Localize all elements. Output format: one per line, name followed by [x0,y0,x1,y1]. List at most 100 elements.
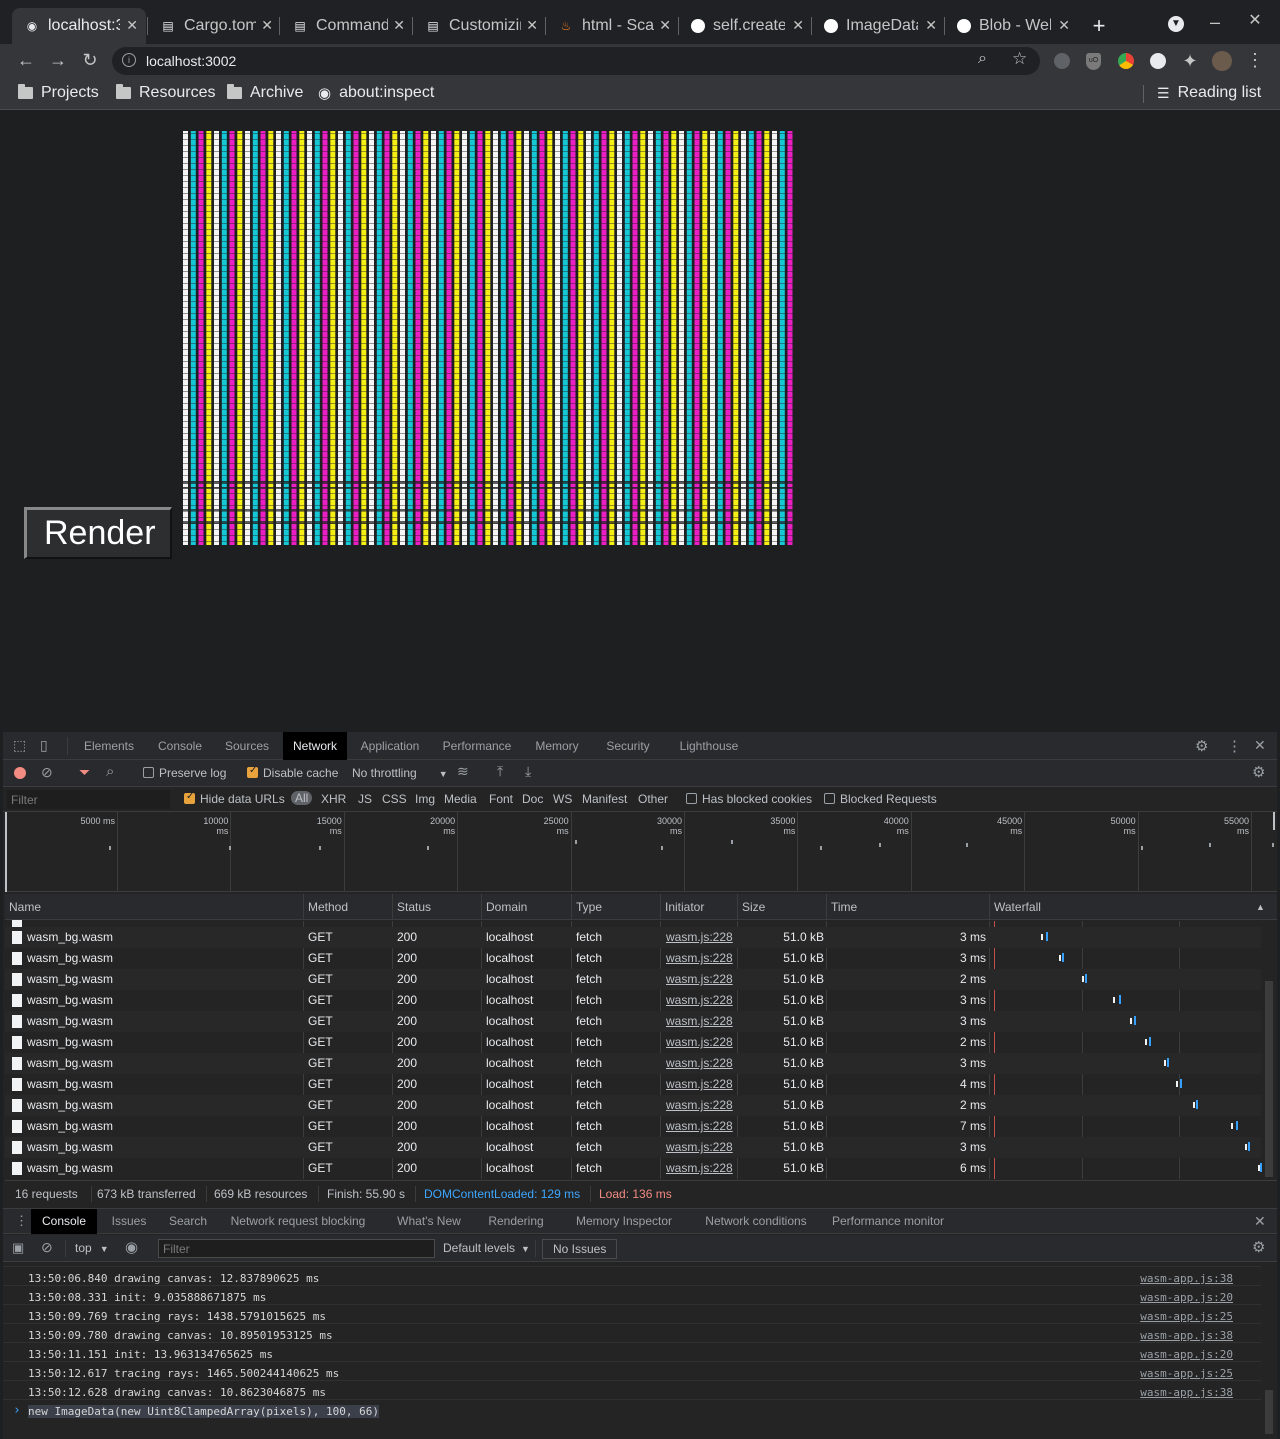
device-toolbar-icon[interactable]: ▯ [40,737,48,754]
tab-lighthouse[interactable]: Lighthouse [669,732,749,760]
request-initiator-link[interactable]: wasm.js:228 [666,930,733,944]
bookmark-archive[interactable]: Archive [227,84,303,102]
request-initiator-link[interactable]: wasm.js:228 [666,972,733,986]
browser-tab[interactable]: self.createImageBitmap ✕ [679,8,812,44]
table-row[interactable]: wasm_bg.wasm GET 200 localhost fetch wasm.js:… [5,1053,1261,1074]
issues-button[interactable]: No Issues [542,1239,618,1259]
tab-sources[interactable]: Sources [216,732,278,760]
bookmark-about-inspect[interactable]: ◉ about:inspect [318,84,434,102]
table-row[interactable]: wasm_bg.wasm GET 200 localhost fetch wasm.js:… [5,1137,1261,1158]
column-header-method[interactable]: Method [308,900,348,914]
request-initiator-link[interactable]: wasm.js:228 [666,1056,733,1070]
record-icon[interactable] [14,767,26,779]
tab-security[interactable]: Security [593,732,663,760]
console-scrollbar[interactable] [1262,1262,1276,1439]
render-button[interactable]: Render [24,507,172,559]
close-window-icon[interactable]: ✕ [1244,10,1266,30]
reload-icon[interactable]: ↻ [79,50,101,71]
filter-type-js[interactable]: JS [358,792,372,806]
network-overview[interactable]: 5000 ms 10000 ms 15000 ms 20000 ms 25000 ms 3… [5,812,1277,892]
hide-data-urls-checkbox[interactable]: Hide data URLs [184,791,285,806]
forward-icon[interactable]: → [47,50,69,71]
context-select[interactable]: top ▼ [75,1241,109,1255]
inspect-element-icon[interactable]: ⬚ [13,737,26,754]
reading-list-button[interactable]: ☰ Reading list [1157,84,1261,102]
drawer-tab-performance-monitor[interactable]: Performance monitor [822,1209,954,1234]
table-row[interactable]: wasm_bg.wasm GET 200 localhost fetch wasm.js:… [5,1116,1261,1137]
extension-icon-2[interactable] [1150,53,1166,69]
bookmark-resources[interactable]: Resources [116,84,215,102]
browser-tab[interactable]: ◉ localhost:3002 ✕ [12,8,146,44]
request-initiator-link[interactable]: wasm.js:228 [666,1119,733,1133]
ublock-icon[interactable]: uO [1086,53,1101,70]
close-tab-icon[interactable]: ✕ [261,17,273,34]
extensions-puzzle-icon[interactable]: ✦ [1179,51,1201,72]
request-initiator-link[interactable]: wasm.js:228 [666,1035,733,1049]
minimize-icon[interactable]: – [1204,12,1226,33]
drawer-tab-memory-inspector[interactable]: Memory Inspector [566,1209,682,1234]
filter-type-doc[interactable]: Doc [522,792,543,806]
column-header-status[interactable]: Status [397,900,431,914]
avatar[interactable] [1212,51,1232,71]
column-header-waterfall[interactable]: Waterfall [994,900,1041,914]
menu-dots-icon[interactable]: ⋮ [1244,50,1266,71]
scrollbar-thumb[interactable] [1265,1390,1273,1434]
tab-performance[interactable]: Performance [433,732,521,760]
browser-tab[interactable]: ▤ Commands ✕ [280,8,413,44]
request-initiator-link[interactable]: wasm.js:228 [666,993,733,1007]
browser-tab[interactable]: Blob - Web APIs ✕ [945,8,1078,44]
throttling-select[interactable]: No throttling ▼ [352,766,448,780]
drawer-tab-rendering[interactable]: Rendering [482,1209,550,1234]
drawer-tab-network-conditions[interactable]: Network conditions [692,1209,820,1234]
request-initiator-link[interactable]: wasm.js:228 [666,1161,733,1175]
column-header-size[interactable]: Size [742,900,765,914]
preserve-log-checkbox[interactable]: Preserve log [143,766,226,780]
close-tab-icon[interactable]: ✕ [925,17,937,34]
column-header-initiator[interactable]: Initiator [665,900,704,914]
request-initiator-link[interactable]: wasm.js:228 [666,951,733,965]
request-initiator-link[interactable]: wasm.js:228 [666,1077,733,1091]
drawer-menu-icon[interactable]: ⋮ [15,1213,28,1229]
table-row[interactable]: wasm_bg.wasm GET 200 localhost fetch wasm.js:… [5,1095,1261,1116]
table-row[interactable]: wasm_bg.wasm GET 200 localhost fetch wasm.js:… [5,1158,1262,1179]
new-tab-icon[interactable]: + [1088,13,1110,39]
close-devtools-icon[interactable]: ✕ [1254,737,1266,754]
table-row[interactable]: wasm_bg.wasm GET 200 localhost fetch wasm.js:… [5,1032,1261,1053]
address-bar[interactable]: i localhost:3002 ⌕ ☆ [112,47,1040,75]
request-initiator-link[interactable]: wasm.js:228 [666,1014,733,1028]
sidebar-toggle-icon[interactable]: ▣ [12,1240,24,1256]
request-initiator-link[interactable]: wasm.js:228 [666,1140,733,1154]
search-icon[interactable]: ⌕ [106,763,114,780]
filter-type-img[interactable]: Img [415,792,435,806]
table-row[interactable]: wasm_bg.wasm GET 200 localhost fetch wasm.js:… [5,948,1261,969]
column-header-type[interactable]: Type [576,900,602,914]
drawer-tab-issues[interactable]: Issues [106,1209,152,1234]
scrollbar-thumb[interactable] [1265,981,1273,1177]
close-tab-icon[interactable]: ✕ [1058,17,1070,34]
console-settings-icon[interactable]: ⚙ [1252,1238,1265,1256]
extension-icon[interactable] [1054,53,1070,69]
tab-console[interactable]: Console [148,732,212,760]
column-header-domain[interactable]: Domain [486,900,527,914]
tab-application[interactable]: Application [351,732,429,760]
export-har-icon[interactable]: ⤓ [525,763,531,780]
live-expression-eye-icon[interactable]: ◉ [125,1238,138,1256]
browser-tab[interactable]: ▤ Customizing ✕ [413,8,546,44]
settings-icon[interactable]: ⚙ [1195,737,1208,755]
table-row[interactable]: wasm_bg.wasm GET 200 localhost fetch wasm.js:… [5,1074,1261,1095]
console-source-link[interactable]: wasm-app.js:20 [1140,1348,1233,1361]
table-row[interactable]: wasm_bg.wasm GET 200 localhost fetch wasm.js:… [5,927,1261,948]
filter-type-manifest[interactable]: Manifest [582,792,627,806]
zoom-icon[interactable]: ⌕ [978,50,987,68]
request-initiator-link[interactable]: wasm.js:228 [666,1098,733,1112]
filter-type-css[interactable]: CSS [382,792,407,806]
colorpick-icon[interactable] [1118,53,1134,69]
console-source-link[interactable]: wasm-app.js:25 [1140,1367,1233,1380]
filter-type-media[interactable]: Media [444,792,477,806]
tab-elements[interactable]: Elements [75,732,143,760]
console-input-text[interactable]: new ImageData(new Uint8ClampedArray(pixe… [28,1405,379,1418]
more-options-icon[interactable]: ⋮ [1227,737,1242,755]
close-tab-icon[interactable]: ✕ [393,17,405,34]
console-source-link[interactable]: wasm-app.js:20 [1140,1291,1233,1304]
network-conditions-icon[interactable]: ≋ [457,763,469,780]
